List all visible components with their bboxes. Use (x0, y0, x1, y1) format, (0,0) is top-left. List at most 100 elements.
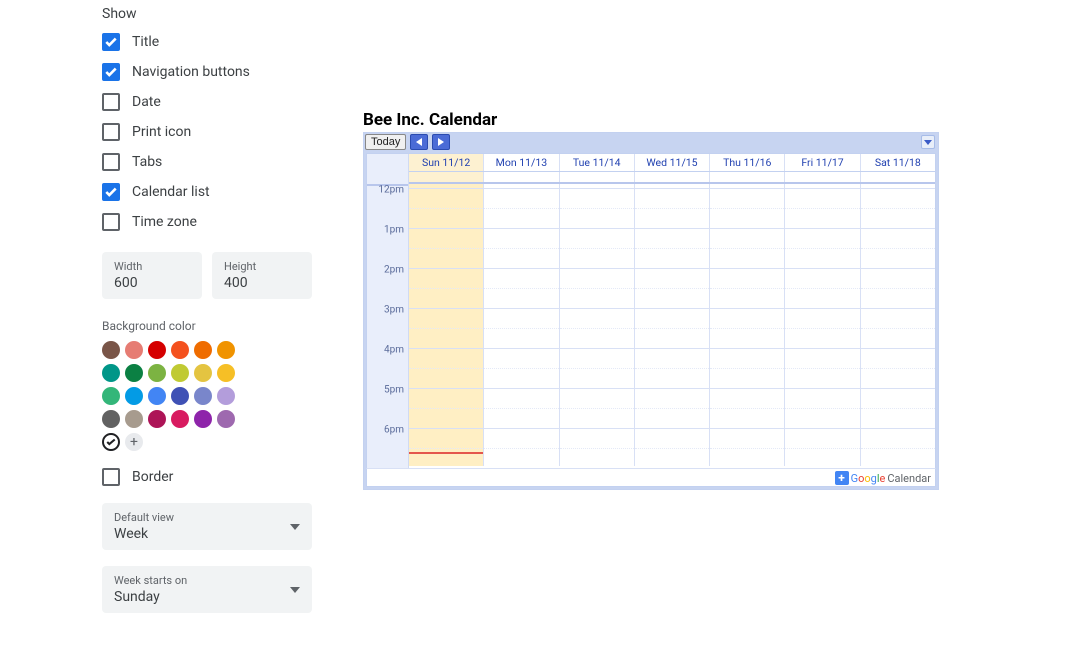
calendar-title: Bee Inc. Calendar (363, 110, 939, 130)
show-option-title[interactable]: Title (102, 32, 312, 52)
time-label: 6pm (384, 425, 404, 436)
chevron-down-icon (290, 519, 300, 534)
allday-cell[interactable] (484, 172, 559, 182)
next-button[interactable] (432, 134, 450, 150)
allday-row (409, 172, 935, 184)
color-swatch[interactable] (148, 341, 166, 359)
allday-cell[interactable] (560, 172, 635, 182)
time-label: 12pm (378, 185, 404, 196)
time-label: 2pm (384, 265, 404, 276)
checkbox[interactable] (102, 63, 120, 81)
add-color-button[interactable]: + (125, 433, 143, 451)
checkbox[interactable] (102, 33, 120, 51)
color-swatch[interactable] (217, 364, 235, 382)
color-swatch[interactable] (125, 410, 143, 428)
color-swatch[interactable] (171, 410, 189, 428)
color-swatch[interactable] (125, 387, 143, 405)
day-header[interactable]: Tue 11/14 (560, 154, 635, 171)
day-column[interactable] (710, 184, 785, 466)
color-swatch[interactable] (194, 364, 212, 382)
calendar-frame: Today 12pm 1pm 2pm 3pm 4pm 5pm 6pm Sun 11/12Mo… (363, 132, 939, 490)
time-gutter: 12pm 1pm 2pm 3pm 4pm 5pm 6pm (367, 154, 409, 468)
height-input[interactable]: Height 400 (212, 252, 312, 299)
calendar-footer: + Google Calendar (366, 468, 936, 487)
checkbox[interactable] (102, 123, 120, 141)
color-swatch[interactable] (102, 341, 120, 359)
allday-cell[interactable] (710, 172, 785, 182)
day-header[interactable]: Sun 11/12 (409, 154, 484, 171)
plus-icon: + (835, 471, 849, 485)
color-swatch[interactable] (125, 341, 143, 359)
time-label: 5pm (384, 385, 404, 396)
day-header[interactable]: Sat 11/18 (861, 154, 935, 171)
color-swatch[interactable] (194, 410, 212, 428)
background-color-section: Background color + (102, 319, 312, 451)
day-column[interactable] (484, 184, 559, 466)
checkbox-label: Print icon (132, 124, 191, 140)
show-option-date[interactable]: Date (102, 92, 312, 112)
embed-settings-sidebar: Show TitleNavigation buttonsDatePrint ic… (102, 6, 312, 613)
color-swatch[interactable] (194, 387, 212, 405)
color-swatch-grid: + (102, 341, 252, 451)
show-option-navigation-buttons[interactable]: Navigation buttons (102, 62, 312, 82)
allday-cell[interactable] (785, 172, 860, 182)
color-swatch[interactable] (217, 341, 235, 359)
color-swatch[interactable] (148, 364, 166, 382)
show-option-time-zone[interactable]: Time zone (102, 212, 312, 232)
border-checkbox[interactable] (102, 468, 120, 486)
day-column[interactable] (409, 184, 484, 466)
chevron-down-icon (924, 140, 932, 145)
color-swatch[interactable] (171, 387, 189, 405)
time-label: 1pm (384, 225, 404, 236)
checkbox[interactable] (102, 153, 120, 171)
width-input[interactable]: Width 600 (102, 252, 202, 299)
day-header[interactable]: Fri 11/17 (785, 154, 860, 171)
day-header[interactable]: Wed 11/15 (635, 154, 710, 171)
checkbox[interactable] (102, 93, 120, 111)
today-button[interactable]: Today (365, 134, 406, 150)
day-column[interactable] (785, 184, 860, 466)
color-swatch[interactable] (171, 341, 189, 359)
color-swatch[interactable] (217, 387, 235, 405)
week-starts-dropdown[interactable]: Week starts on Sunday (102, 566, 312, 613)
checkbox[interactable] (102, 183, 120, 201)
prev-button[interactable] (410, 134, 428, 150)
color-swatch[interactable] (102, 387, 120, 405)
color-swatch[interactable] (148, 410, 166, 428)
checkbox[interactable] (102, 213, 120, 231)
chevron-down-icon (290, 582, 300, 597)
google-calendar-badge[interactable]: + Google Calendar (835, 471, 931, 485)
day-column[interactable] (560, 184, 635, 466)
color-swatch[interactable] (171, 364, 189, 382)
color-swatch[interactable] (102, 364, 120, 382)
allday-cell[interactable] (861, 172, 935, 182)
show-option-tabs[interactable]: Tabs (102, 152, 312, 172)
show-option-print-icon[interactable]: Print icon (102, 122, 312, 142)
border-label: Border (132, 469, 173, 485)
show-option-calendar-list[interactable]: Calendar list (102, 182, 312, 202)
days-wrapper: Sun 11/12Mon 11/13Tue 11/14Wed 11/15Thu … (409, 154, 935, 468)
calendar-grid[interactable] (409, 184, 935, 466)
day-header[interactable]: Thu 11/16 (710, 154, 785, 171)
color-swatch[interactable] (148, 387, 166, 405)
color-swatch[interactable] (217, 410, 235, 428)
checkbox-label: Tabs (132, 154, 162, 170)
default-view-dropdown[interactable]: Default view Week (102, 503, 312, 550)
color-swatch-selected[interactable] (102, 433, 120, 451)
day-column[interactable] (861, 184, 935, 466)
color-swatch[interactable] (102, 410, 120, 428)
allday-cell[interactable] (635, 172, 710, 182)
calendar-preview: Bee Inc. Calendar Today 12pm 1pm 2pm 3pm 4pm… (363, 110, 939, 490)
day-header[interactable]: Mon 11/13 (484, 154, 559, 171)
color-swatch[interactable] (125, 364, 143, 382)
border-checkbox-row[interactable]: Border (102, 467, 312, 487)
chevron-left-icon (416, 138, 422, 146)
checkbox-label: Title (132, 34, 159, 50)
day-header-row: Sun 11/12Mon 11/13Tue 11/14Wed 11/15Thu … (409, 154, 935, 172)
time-label: 4pm (384, 345, 404, 356)
color-swatch[interactable] (194, 341, 212, 359)
time-label: 3pm (384, 305, 404, 316)
allday-cell[interactable] (409, 172, 484, 182)
view-selector-dropdown[interactable] (921, 135, 935, 149)
day-column[interactable] (635, 184, 710, 466)
